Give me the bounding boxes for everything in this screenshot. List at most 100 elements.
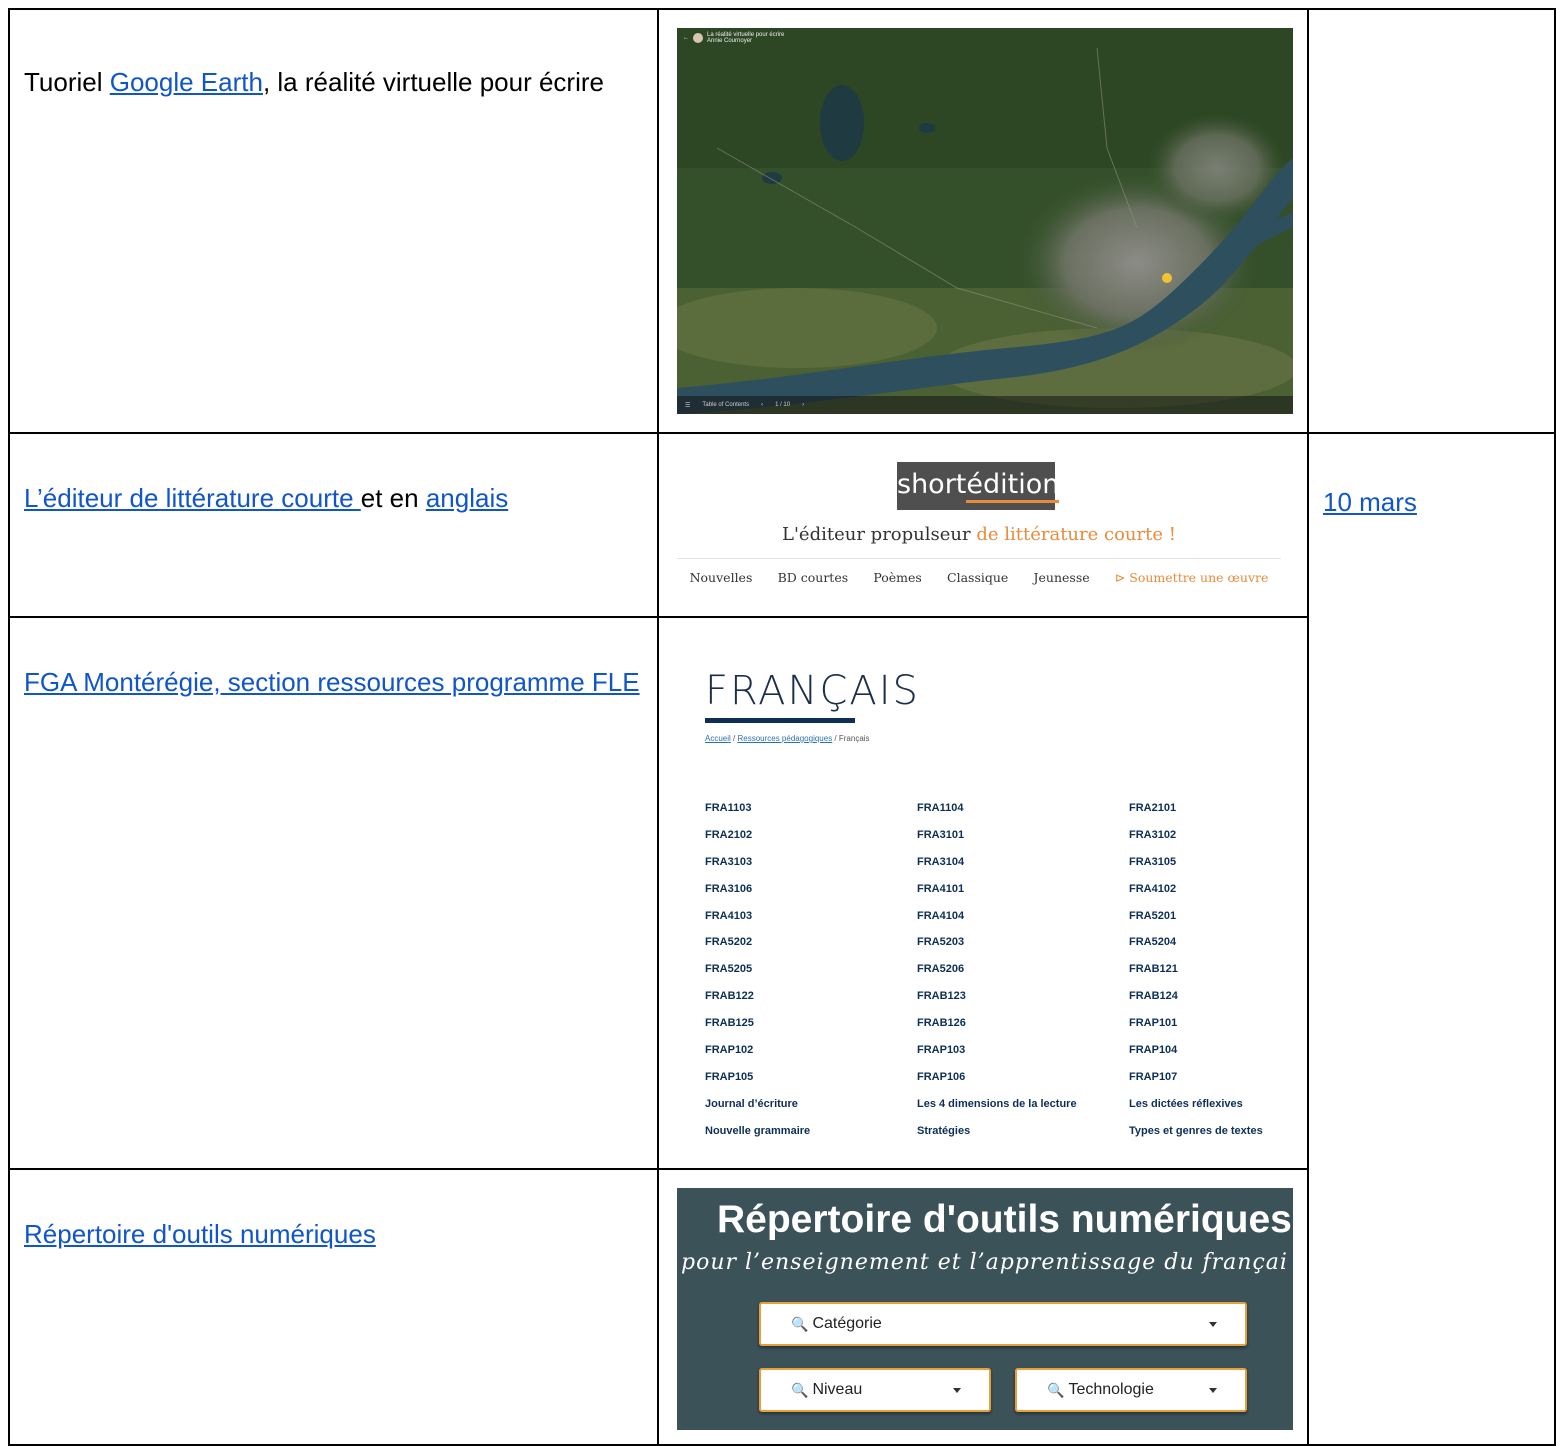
course-link[interactable]: FRAP103	[917, 1044, 1129, 1057]
earth-footer: ☰ Table of Contents ‹ 1 / 10 ›	[677, 396, 1293, 414]
course-link[interactable]: Nouvelle grammaire	[705, 1125, 917, 1138]
nav-item-poemes[interactable]: Poèmes	[873, 570, 922, 585]
breadcrumb-resources[interactable]: Ressources pédagogiques	[737, 734, 832, 743]
nav-item-soumettre[interactable]: ⊳ Soumettre une œuvre	[1115, 570, 1269, 585]
google-earth-link[interactable]: Google Earth	[110, 67, 263, 97]
course-link[interactable]: FRAP102	[705, 1044, 917, 1057]
course-link[interactable]: Journal d’écriture	[705, 1098, 917, 1111]
text-run: , la réalité virtuelle pour écrire	[262, 67, 604, 97]
course-link[interactable]: FRAB126	[917, 1017, 1129, 1030]
search-icon: 🔍	[791, 1381, 809, 1398]
earth-project-author: Annie Cournoyer	[707, 38, 753, 44]
avatar	[693, 33, 703, 43]
course-link[interactable]: FRA5201	[1129, 910, 1285, 923]
back-arrow-icon[interactable]: ←	[683, 35, 689, 41]
nav-item-bd-courtes[interactable]: BD courtes	[778, 570, 849, 585]
nav-item-jeunesse[interactable]: Jeunesse	[1034, 570, 1090, 585]
table-of-contents-button[interactable]: Table of Contents	[702, 402, 749, 408]
short-edition-link[interactable]: L’éditeur de littérature courte	[24, 483, 361, 513]
course-link[interactable]: FRAP104	[1129, 1044, 1285, 1057]
satellite-map-image	[677, 28, 1293, 414]
technology-select[interactable]: 🔍 Technologie	[1015, 1368, 1247, 1412]
course-link[interactable]: FRA2101	[1129, 802, 1285, 815]
level-select[interactable]: 🔍 Niveau	[759, 1368, 991, 1412]
course-link[interactable]: FRAB122	[705, 990, 917, 1003]
course-link[interactable]: FRA3102	[1129, 829, 1285, 842]
course-link[interactable]: FRA4103	[705, 910, 917, 923]
fga-page-title: FRANÇAIS	[705, 668, 920, 714]
course-link[interactable]: FRAP101	[1129, 1017, 1285, 1030]
course-link[interactable]: FRA5206	[917, 963, 1129, 976]
course-link[interactable]: FRA4102	[1129, 883, 1285, 896]
row4-description-cell: Répertoire d'outils numériques	[8, 1168, 659, 1446]
row3-description-cell: FGA Montérégie, section ressources progr…	[8, 616, 659, 1170]
chevron-down-icon	[1209, 1322, 1217, 1327]
course-list: FRA1103 FRA1104 FRA2101 FRA2102 FRA3101 FRA31…	[705, 802, 1285, 1138]
table-row: Tuoriel Google Earth, la réalité virtuel…	[8, 8, 1556, 434]
category-select[interactable]: 🔍 Catégorie	[759, 1302, 1247, 1346]
course-link[interactable]: FRA5205	[705, 963, 917, 976]
course-link[interactable]: FRA2102	[705, 829, 917, 842]
search-icon: 🔍	[791, 1315, 809, 1332]
search-icon: 🔍	[1047, 1381, 1065, 1398]
course-link[interactable]: FRA4101	[917, 883, 1129, 896]
row1-description-cell: Tuoriel Google Earth, la réalité virtuel…	[8, 8, 659, 434]
breadcrumb: Accueil / Ressources pédagogiques / Fran…	[705, 734, 870, 743]
chevron-down-icon	[953, 1388, 961, 1393]
course-link[interactable]: FRA5204	[1129, 936, 1285, 949]
course-link[interactable]: FRA3104	[917, 856, 1129, 869]
course-link[interactable]: FRAB124	[1129, 990, 1285, 1003]
course-link[interactable]: FRA3103	[705, 856, 917, 869]
short-edition-nav: Nouvelles BD courtes Poèmes Classique Je…	[677, 570, 1281, 585]
course-link[interactable]: Types et genres de textes	[1129, 1125, 1285, 1138]
date-link[interactable]: 10 mars	[1323, 487, 1417, 517]
course-link[interactable]: Stratégies	[917, 1125, 1129, 1138]
course-link[interactable]: FRAB125	[705, 1017, 917, 1030]
breadcrumb-home[interactable]: Accueil	[705, 734, 731, 743]
prev-icon[interactable]: ‹	[761, 402, 763, 408]
row2-description-cell: L’éditeur de littérature courte et en an…	[8, 432, 659, 618]
english-link[interactable]: anglais	[426, 483, 508, 513]
row2-image-cell: shortédition L'éditeur propulseur de lit…	[657, 432, 1309, 618]
earth-header: ← La réalité virtuelle pour écrire Annie…	[683, 32, 784, 44]
repertoire-subtitle: pour l’enseignement et l’apprentissage d…	[681, 1250, 1288, 1275]
text-run: et en	[360, 483, 426, 513]
text-run: Tuoriel	[24, 67, 110, 97]
course-link[interactable]: FRA3105	[1129, 856, 1285, 869]
fga-monteregie-link[interactable]: FGA Montérégie, section ressources progr…	[24, 667, 640, 697]
course-link[interactable]: FRAP105	[705, 1071, 917, 1084]
course-link[interactable]: FRA4104	[917, 910, 1129, 923]
short-edition-tagline: L'éditeur propulseur de littérature cour…	[782, 524, 1176, 545]
row1-image-cell: ← La réalité virtuelle pour écrire Annie…	[657, 8, 1309, 434]
google-earth-screenshot: ← La réalité virtuelle pour écrire Annie…	[677, 28, 1293, 414]
course-link[interactable]: FRAP107	[1129, 1071, 1285, 1084]
chevron-down-icon	[1209, 1388, 1217, 1393]
date-cell: 10 mars	[1307, 432, 1556, 1446]
course-link[interactable]: FRA1103	[705, 802, 917, 815]
list-icon[interactable]: ☰	[685, 402, 690, 409]
nav-item-classique[interactable]: Classique	[947, 570, 1008, 585]
page-indicator: 1 / 10	[775, 402, 791, 408]
course-link[interactable]: FRA5203	[917, 936, 1129, 949]
resource-table: Tuoriel Google Earth, la réalité virtuel…	[8, 8, 1556, 1446]
row4-image-cell: Répertoire d'outils numériques pour l’en…	[657, 1168, 1309, 1446]
next-icon[interactable]: ›	[802, 402, 804, 408]
fga-screenshot: FRANÇAIS Accueil / Ressources pédagogiqu…	[679, 618, 1283, 1166]
course-link[interactable]: FRA3101	[917, 829, 1129, 842]
course-link[interactable]: FRAB121	[1129, 963, 1285, 976]
course-link[interactable]: FRAP106	[917, 1071, 1129, 1084]
row1-date-cell	[1307, 8, 1556, 434]
course-link[interactable]: Les dictées réflexives	[1129, 1098, 1285, 1111]
short-edition-screenshot: shortédition L'éditeur propulseur de lit…	[677, 434, 1281, 604]
course-link[interactable]: Les 4 dimensions de la lecture	[917, 1098, 1129, 1111]
course-link[interactable]: FRA1104	[917, 802, 1129, 815]
repertoire-title: Répertoire d'outils numériques	[717, 1198, 1292, 1241]
table-row: L’éditeur de littérature courte et en an…	[8, 432, 1556, 1446]
course-link[interactable]: FRAB123	[917, 990, 1129, 1003]
row3-image-cell: FRANÇAIS Accueil / Ressources pédagogiqu…	[657, 616, 1309, 1170]
repertoire-link[interactable]: Répertoire d'outils numériques	[24, 1219, 376, 1249]
nav-item-nouvelles[interactable]: Nouvelles	[690, 570, 753, 585]
course-link[interactable]: FRA3106	[705, 883, 917, 896]
repertoire-screenshot: Répertoire d'outils numériques pour l’en…	[677, 1188, 1293, 1430]
course-link[interactable]: FRA5202	[705, 936, 917, 949]
